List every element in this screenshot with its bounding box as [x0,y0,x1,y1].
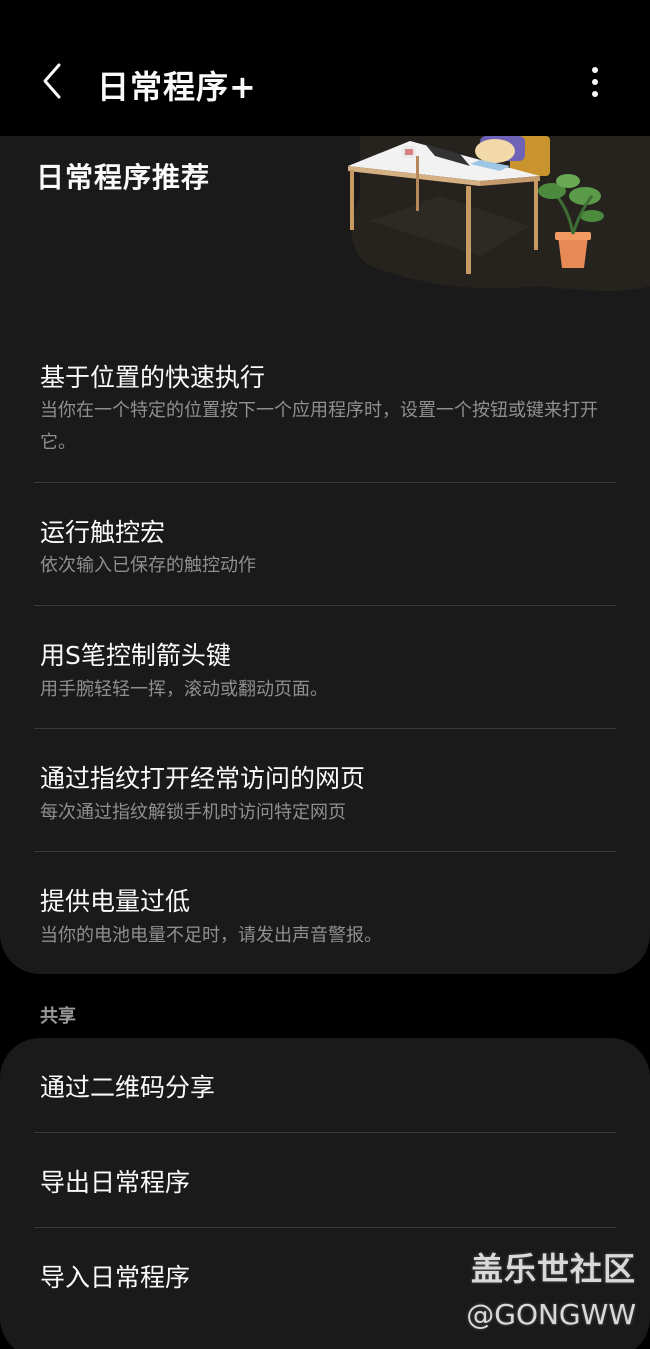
recommendation-subtitle: 每次通过指纹解锁手机时访问特定网页 [40,802,346,823]
divider [34,851,616,852]
recommendation-title: 基于位置的快速执行 [40,363,266,392]
watermark-handle: @GONGWW [466,1298,636,1331]
recommendation-item-s-pen-arrow-keys[interactable]: 用S笔控制箭头键 用手腕轻轻一挥，滚动或翻动页面。 [0,624,650,724]
divider [34,482,616,483]
recommendation-title: 通过指纹打开经常访问的网页 [40,764,366,793]
recommendations-card: 日常程序推荐 基于位置的快速执行 当你在一个特定的位置按下一个应用程序时，设置一… [0,136,650,974]
watermark: 盖乐世社区 @GONGWW [466,1244,636,1331]
recommendation-item-location-quick-launch[interactable]: 基于位置的快速执行 当你在一个特定的位置按下一个应用程序时，设置一个按钮或键来打… [0,350,650,490]
recommendation-title: 用S笔控制箭头键 [40,641,231,670]
share-item-label: 通过二维码分享 [40,1073,216,1102]
divider [34,728,616,729]
share-item-qr-code[interactable]: 通过二维码分享 [0,1038,650,1132]
divider [34,605,616,606]
recommendation-subtitle: 依次输入已保存的触控动作 [40,555,256,576]
recommendation-title: 提供电量过低 [40,887,191,916]
recommendation-item-touch-macro[interactable]: 运行触控宏 依次输入已保存的触控动作 [0,501,650,601]
recommendation-item-low-battery[interactable]: 提供电量过低 当你的电池电量不足时，请发出声音警报。 [0,870,650,970]
more-vertical-icon [592,67,598,97]
recommendation-subtitle: 当你在一个特定的位置按下一个应用程序时，设置一个按钮或键来打开它。 [40,400,598,453]
share-item-label: 导入日常程序 [40,1263,191,1292]
recommendation-subtitle: 当你的电池电量不足时，请发出声音警报。 [40,925,382,946]
recommendation-title: 运行触控宏 [40,518,166,547]
desk-illustration [348,136,650,291]
recommendation-subtitle: 用手腕轻轻一挥，滚动或翻动页面。 [40,679,328,700]
watermark-brand: 盖乐世社区 [470,1250,636,1288]
app-bar: 日常程序+ [0,0,650,136]
more-options-button[interactable] [576,60,614,104]
recommendations-header: 日常程序推荐 [0,136,650,326]
page-title: 日常程序+ [97,68,257,106]
share-item-label: 导出日常程序 [40,1168,191,1197]
share-item-export[interactable]: 导出日常程序 [0,1133,650,1227]
recommendations-heading: 日常程序推荐 [36,161,211,194]
section-label-share: 共享 [40,1006,76,1027]
chevron-left-icon [43,63,61,99]
recommendation-item-fingerprint-webpage[interactable]: 通过指纹打开经常访问的网页 每次通过指纹解锁手机时访问特定网页 [0,747,650,847]
back-button[interactable] [30,58,76,104]
